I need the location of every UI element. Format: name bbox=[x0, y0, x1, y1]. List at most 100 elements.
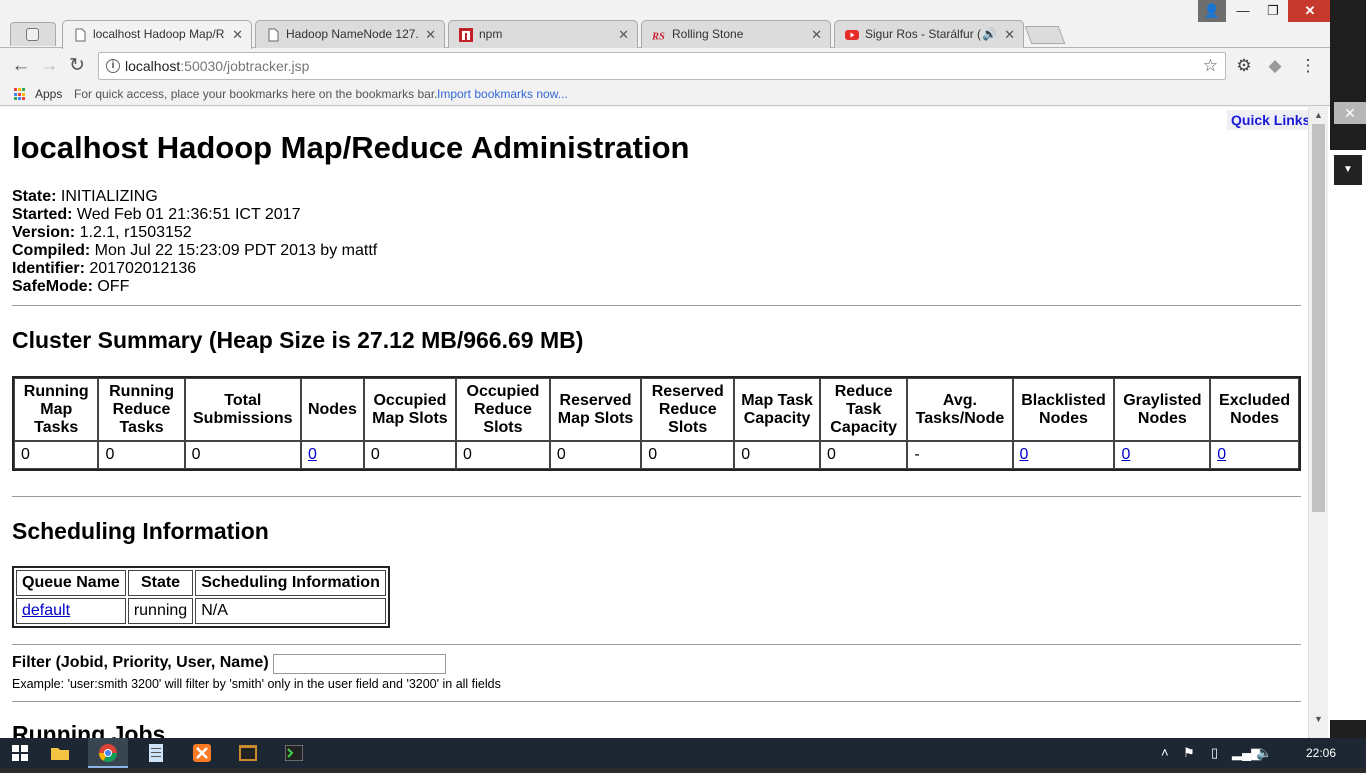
apps-grid-icon[interactable] bbox=[14, 88, 27, 101]
apps-link[interactable]: Apps bbox=[35, 84, 62, 104]
scroll-up-arrow-icon[interactable]: ▲ bbox=[1314, 110, 1323, 120]
battery-icon[interactable]: ▯ bbox=[1211, 738, 1218, 768]
extension-cube-icon[interactable]: ◆ bbox=[1266, 57, 1284, 75]
vertical-scrollbar[interactable]: ▲ ▼ bbox=[1308, 107, 1328, 738]
info-label: Compiled: bbox=[12, 242, 91, 259]
extension-gear-icon[interactable]: ⚙ bbox=[1235, 57, 1253, 75]
new-tab-button[interactable] bbox=[1024, 26, 1066, 44]
volume-icon[interactable]: 🔈 bbox=[1256, 738, 1272, 768]
dropdown-arrow-icon[interactable]: ▼ bbox=[1334, 155, 1362, 185]
npm-logo-icon bbox=[459, 28, 473, 42]
filter-input[interactable] bbox=[273, 654, 446, 674]
blacklisted-nodes-link[interactable]: 0 bbox=[1020, 446, 1029, 463]
network-error-icon[interactable]: ⚑ bbox=[1183, 738, 1195, 768]
close-tab-icon[interactable]: ✕ bbox=[618, 21, 629, 48]
xampp-icon[interactable] bbox=[182, 738, 222, 768]
nodes-cell: 0 bbox=[300, 441, 364, 469]
quick-links-menu[interactable]: Quick Links bbox=[1227, 110, 1315, 130]
column-header: Reserved Reduce Slots bbox=[641, 378, 735, 441]
column-header: Occupied Reduce Slots bbox=[456, 378, 550, 441]
forward-arrow-icon[interactable]: → bbox=[38, 55, 60, 77]
scrollbar-thumb[interactable] bbox=[1312, 124, 1325, 512]
column-header: State bbox=[127, 570, 194, 596]
info-row-started: Started: Wed Feb 01 21:36:51 ICT 2017 bbox=[12, 206, 377, 224]
close-window-icon[interactable]: ✕ bbox=[1288, 0, 1332, 22]
divider bbox=[12, 496, 1301, 497]
info-icon[interactable]: i bbox=[106, 59, 120, 73]
audio-playing-icon[interactable]: 🔊 bbox=[982, 21, 997, 48]
column-header: Scheduling Information bbox=[195, 570, 386, 596]
close-tab-icon[interactable]: ✕ bbox=[811, 21, 822, 48]
info-row-compiled: Compiled: Mon Jul 22 15:23:09 PDT 2013 b… bbox=[12, 242, 377, 260]
tab-title: Hadoop NameNode 127. bbox=[286, 27, 419, 41]
info-value: 1.2.1, r1503152 bbox=[79, 224, 192, 241]
scheduling-heading: Scheduling Information bbox=[12, 518, 269, 544]
bookmark-star-icon[interactable]: ☆ bbox=[1203, 53, 1218, 79]
tab-rolling-stone[interactable]: RS Rolling Stone ✕ bbox=[641, 20, 831, 48]
info-value: 201702012136 bbox=[89, 260, 197, 277]
queue-name-cell: default bbox=[16, 598, 126, 624]
map-task-capacity-value: 0 bbox=[734, 441, 820, 469]
tab-youtube[interactable]: Sigur Ros - Starálfur ( 🔊 ✕ bbox=[834, 20, 1024, 48]
nodes-link[interactable]: 0 bbox=[308, 446, 317, 463]
tab-search-button[interactable] bbox=[10, 22, 56, 46]
app-window-icon[interactable] bbox=[228, 738, 268, 768]
column-header: Reserved Map Slots bbox=[549, 378, 642, 441]
close-tab-icon[interactable]: ✕ bbox=[425, 21, 436, 48]
close-tab-icon[interactable]: ✕ bbox=[232, 21, 243, 48]
avg-tasks-per-node-value: - bbox=[907, 441, 1013, 469]
menu-kebab-icon[interactable]: ⋮ bbox=[1299, 57, 1317, 75]
occupied-reduce-slots-value: 0 bbox=[456, 441, 550, 469]
close-tab-icon[interactable]: ✕ bbox=[1004, 21, 1015, 48]
column-header: Avg. Tasks/Node bbox=[907, 378, 1013, 441]
reserved-reduce-slots-value: 0 bbox=[641, 441, 735, 469]
column-header: Queue Name bbox=[16, 570, 126, 596]
column-header: Occupied Map Slots bbox=[363, 378, 457, 441]
terminal-icon[interactable] bbox=[274, 738, 314, 768]
scroll-down-arrow-icon[interactable]: ▼ bbox=[1314, 714, 1323, 724]
info-value: Mon Jul 22 15:23:09 PDT 2013 by mattf bbox=[94, 242, 378, 259]
import-bookmarks-link[interactable]: Import bookmarks now... bbox=[437, 84, 568, 104]
document-icon bbox=[268, 28, 279, 42]
info-value: INITIALIZING bbox=[60, 188, 158, 205]
graylisted-nodes-link[interactable]: 0 bbox=[1121, 446, 1130, 463]
tab-namenode[interactable]: Hadoop NameNode 127. ✕ bbox=[255, 20, 445, 48]
show-hidden-icons-icon[interactable]: ˄ bbox=[1161, 738, 1169, 768]
bookmarks-hint: For quick access, place your bookmarks h… bbox=[74, 87, 438, 101]
navigation-toolbar: ← → ↻ i localhost:50030/jobtracker.jsp ☆… bbox=[0, 48, 1330, 84]
info-label: Started: bbox=[12, 206, 73, 223]
queue-default-link[interactable]: default bbox=[22, 602, 70, 619]
restore-icon[interactable]: ❐ bbox=[1258, 0, 1288, 22]
file-explorer-icon[interactable] bbox=[40, 738, 80, 768]
tab-jobtracker[interactable]: localhost Hadoop Map/R ✕ bbox=[62, 20, 252, 49]
cluster-summary-heading: Cluster Summary (Heap Size is 27.12 MB/9… bbox=[12, 327, 584, 353]
svg-text:RS: RS bbox=[652, 31, 665, 42]
page-title: localhost Hadoop Map/Reduce Administrati… bbox=[12, 130, 690, 165]
tab-npm[interactable]: npm ✕ bbox=[448, 20, 638, 48]
occupied-map-slots-value: 0 bbox=[363, 441, 457, 469]
address-bar[interactable]: i localhost:50030/jobtracker.jsp ☆ bbox=[98, 52, 1226, 80]
taskbar-clock[interactable]: 22:06 bbox=[1306, 738, 1336, 768]
excluded-cell: 0 bbox=[1210, 441, 1299, 469]
close-icon[interactable]: ✕ bbox=[1334, 102, 1366, 124]
user-profile-icon[interactable]: 👤 bbox=[1198, 0, 1226, 22]
minimize-icon[interactable]: — bbox=[1228, 0, 1258, 22]
excluded-nodes-link[interactable]: 0 bbox=[1217, 446, 1226, 463]
windows-start-icon[interactable] bbox=[0, 738, 40, 768]
back-arrow-icon[interactable]: ← bbox=[10, 55, 32, 77]
running-reduce-tasks-value: 0 bbox=[98, 441, 185, 469]
table-row: 0 0 0 0 0 0 0 0 0 0 - 0 0 0 bbox=[14, 441, 1299, 469]
column-header: Map Task Capacity bbox=[734, 378, 820, 441]
reload-icon[interactable]: ↻ bbox=[66, 55, 88, 77]
running-map-tasks-value: 0 bbox=[14, 441, 99, 469]
browser-window: localhost Hadoop Map/R ✕ Hadoop NameNode… bbox=[0, 0, 1332, 738]
chrome-taskbar-icon[interactable] bbox=[88, 738, 128, 768]
column-header: Excluded Nodes bbox=[1210, 378, 1299, 441]
info-row-safemode: SafeMode: OFF bbox=[12, 278, 377, 296]
scheduling-table: Queue Name State Scheduling Information … bbox=[12, 566, 390, 628]
bookmarks-bar: Apps For quick access, place your bookma… bbox=[0, 84, 1330, 106]
queue-info-value: N/A bbox=[195, 598, 386, 624]
notepad-icon[interactable] bbox=[136, 738, 176, 768]
divider bbox=[12, 701, 1301, 702]
info-label: State: bbox=[12, 188, 57, 205]
